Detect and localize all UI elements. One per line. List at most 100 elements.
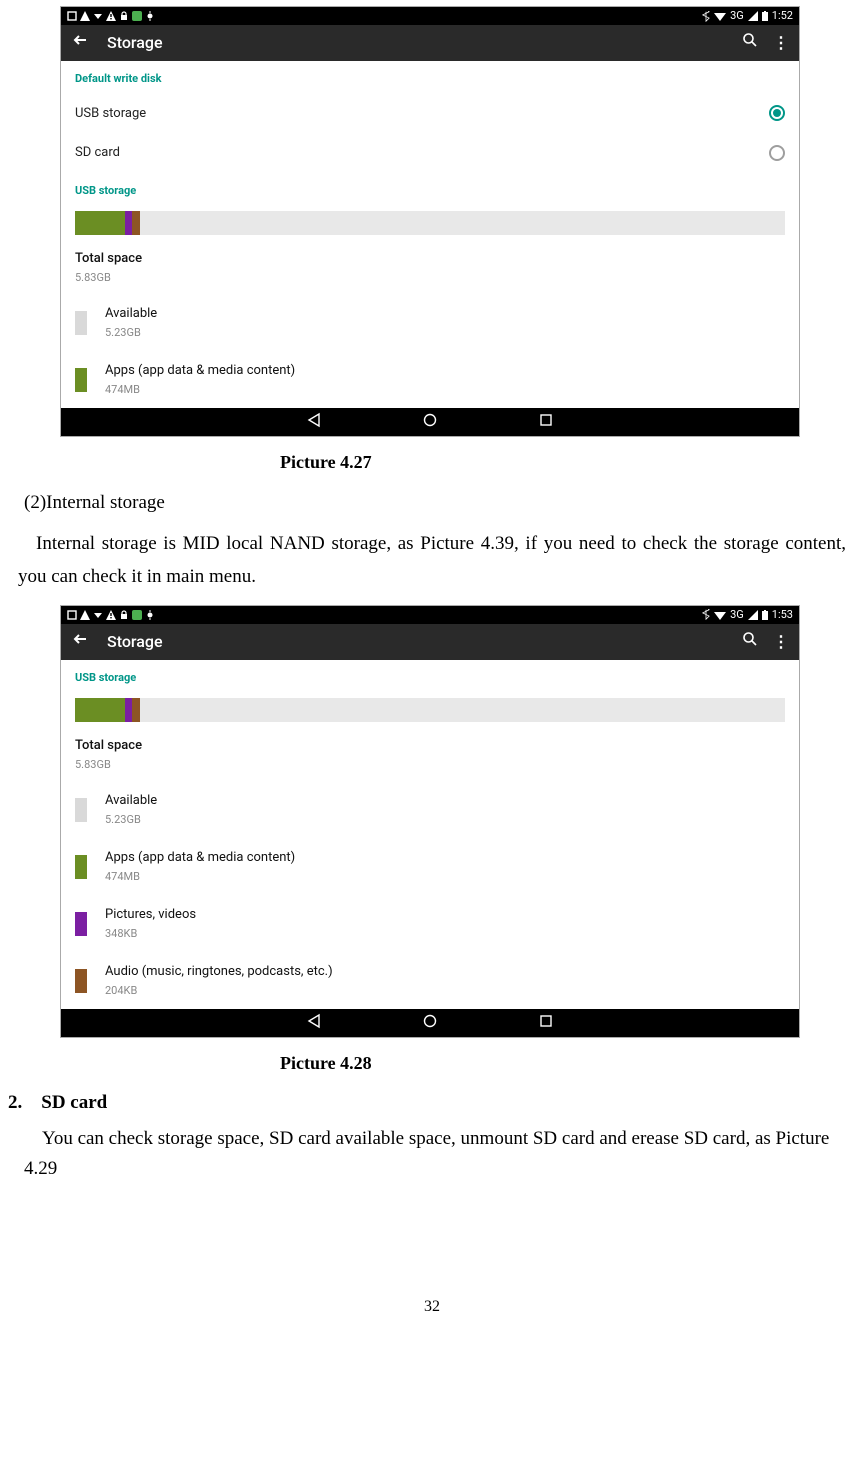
total-label: Total space xyxy=(75,736,785,756)
network-label: 3G xyxy=(730,607,744,624)
swatch-apps xyxy=(75,855,87,879)
available-label: Available xyxy=(105,304,157,324)
bar-seg-pics xyxy=(125,211,132,235)
clock-label: 1:53 xyxy=(772,607,793,624)
bar-seg-pics xyxy=(125,698,132,722)
app-icon xyxy=(132,11,142,21)
app-bar: Storage ⋮ xyxy=(61,25,799,61)
option-label: USB storage xyxy=(75,104,769,124)
bar-seg-apps xyxy=(75,211,125,235)
apps-value: 474MB xyxy=(105,869,295,886)
figure-caption-1: Picture 4.27 xyxy=(280,449,864,476)
search-icon[interactable] xyxy=(741,31,759,55)
section-default-write-disk: Default write disk xyxy=(61,61,799,94)
overflow-icon[interactable]: ⋮ xyxy=(773,31,789,55)
battery-icon xyxy=(762,610,768,620)
total-space[interactable]: Total space 5.83GB xyxy=(61,728,799,781)
back-icon[interactable] xyxy=(71,31,89,55)
app-icon xyxy=(132,610,142,620)
nav-bar xyxy=(61,1009,799,1037)
option-label: SD card xyxy=(75,143,769,163)
battery-icon xyxy=(762,11,768,21)
wifi-icon xyxy=(714,610,726,620)
total-value: 5.83GB xyxy=(75,757,785,774)
wifi-icon xyxy=(714,11,726,21)
status-bar: 3G 1:52 xyxy=(61,7,799,25)
lock-icon xyxy=(119,11,129,21)
back-icon[interactable] xyxy=(71,630,89,654)
paragraph-sd-card: You can check storage space, SD card ava… xyxy=(24,1124,844,1185)
total-space[interactable]: Total space 5.83GB xyxy=(61,241,799,294)
heading-sd-card: 2. SD card xyxy=(8,1089,864,1118)
bar-seg-audio xyxy=(132,698,141,722)
bar-seg-free xyxy=(140,698,785,722)
clock-label: 1:52 xyxy=(772,8,793,25)
signal-icon xyxy=(748,11,758,21)
debug-icon xyxy=(145,11,155,21)
network-label: 3G xyxy=(730,8,744,25)
warning-icon xyxy=(106,610,116,620)
overflow-icon[interactable]: ⋮ xyxy=(773,630,789,654)
screenshot-4-28: 3G 1:53 Storage ⋮ USB storage Total spac… xyxy=(60,605,800,1039)
row-audio[interactable]: Audio (music, ringtones, podcasts, etc.)… xyxy=(61,952,799,1009)
section-usb-storage: USB storage xyxy=(61,173,799,206)
status-bar: 3G 1:53 xyxy=(61,606,799,624)
figure-caption-2: Picture 4.28 xyxy=(280,1050,864,1077)
audio-value: 204KB xyxy=(105,983,333,1000)
available-value: 5.23GB xyxy=(105,325,157,342)
available-value: 5.23GB xyxy=(105,812,157,829)
swatch-apps xyxy=(75,368,87,392)
notif-icon xyxy=(80,11,90,21)
total-value: 5.83GB xyxy=(75,270,785,287)
row-apps[interactable]: Apps (app data & media content) 474MB xyxy=(61,838,799,895)
screenshot-icon xyxy=(67,11,77,21)
total-label: Total space xyxy=(75,249,785,269)
nav-back-icon[interactable] xyxy=(306,1013,322,1034)
apps-label: Apps (app data & media content) xyxy=(105,361,295,381)
section-usb-storage: USB storage xyxy=(61,660,799,693)
swatch-available xyxy=(75,798,87,822)
download-icon xyxy=(93,610,103,620)
radio-selected-icon[interactable] xyxy=(769,105,785,121)
download-icon xyxy=(93,11,103,21)
row-apps[interactable]: Apps (app data & media content) 474MB xyxy=(61,351,799,408)
paragraph-internal-storage: Internal storage is MID local NAND stora… xyxy=(18,528,846,593)
option-sd-card[interactable]: SD card xyxy=(61,133,799,173)
storage-usage-bar xyxy=(75,698,785,722)
app-bar: Storage ⋮ xyxy=(61,624,799,660)
apps-value: 474MB xyxy=(105,382,295,399)
row-available[interactable]: Available 5.23GB xyxy=(61,294,799,351)
page-title: Storage xyxy=(107,630,741,654)
nav-back-icon[interactable] xyxy=(306,412,322,433)
lock-icon xyxy=(119,610,129,620)
nav-home-icon[interactable] xyxy=(422,412,438,433)
debug-icon xyxy=(145,610,155,620)
nav-home-icon[interactable] xyxy=(422,1013,438,1034)
storage-usage-bar xyxy=(75,211,785,235)
row-available[interactable]: Available 5.23GB xyxy=(61,781,799,838)
available-label: Available xyxy=(105,791,157,811)
screenshot-icon xyxy=(67,610,77,620)
search-icon[interactable] xyxy=(741,630,759,654)
nav-recent-icon[interactable] xyxy=(538,412,554,433)
nav-recent-icon[interactable] xyxy=(538,1013,554,1034)
pictures-label: Pictures, videos xyxy=(105,905,196,925)
apps-label: Apps (app data & media content) xyxy=(105,848,295,868)
nav-bar xyxy=(61,408,799,436)
page-number: 32 xyxy=(0,1295,864,1319)
row-pictures[interactable]: Pictures, videos 348KB xyxy=(61,895,799,952)
radio-unselected-icon[interactable] xyxy=(769,145,785,161)
swatch-available xyxy=(75,311,87,335)
audio-label: Audio (music, ringtones, podcasts, etc.) xyxy=(105,962,333,982)
bluetooth-icon xyxy=(702,609,710,620)
bar-seg-free xyxy=(140,211,785,235)
swatch-pictures xyxy=(75,912,87,936)
swatch-audio xyxy=(75,969,87,993)
option-usb-storage[interactable]: USB storage xyxy=(61,94,799,134)
subheading-internal-storage: (2)Internal storage xyxy=(24,488,844,518)
notif-icon xyxy=(80,610,90,620)
screenshot-4-27: 3G 1:52 Storage ⋮ Default write disk USB… xyxy=(60,6,800,437)
warning-icon xyxy=(106,11,116,21)
page-title: Storage xyxy=(107,31,741,55)
bluetooth-icon xyxy=(702,11,710,22)
